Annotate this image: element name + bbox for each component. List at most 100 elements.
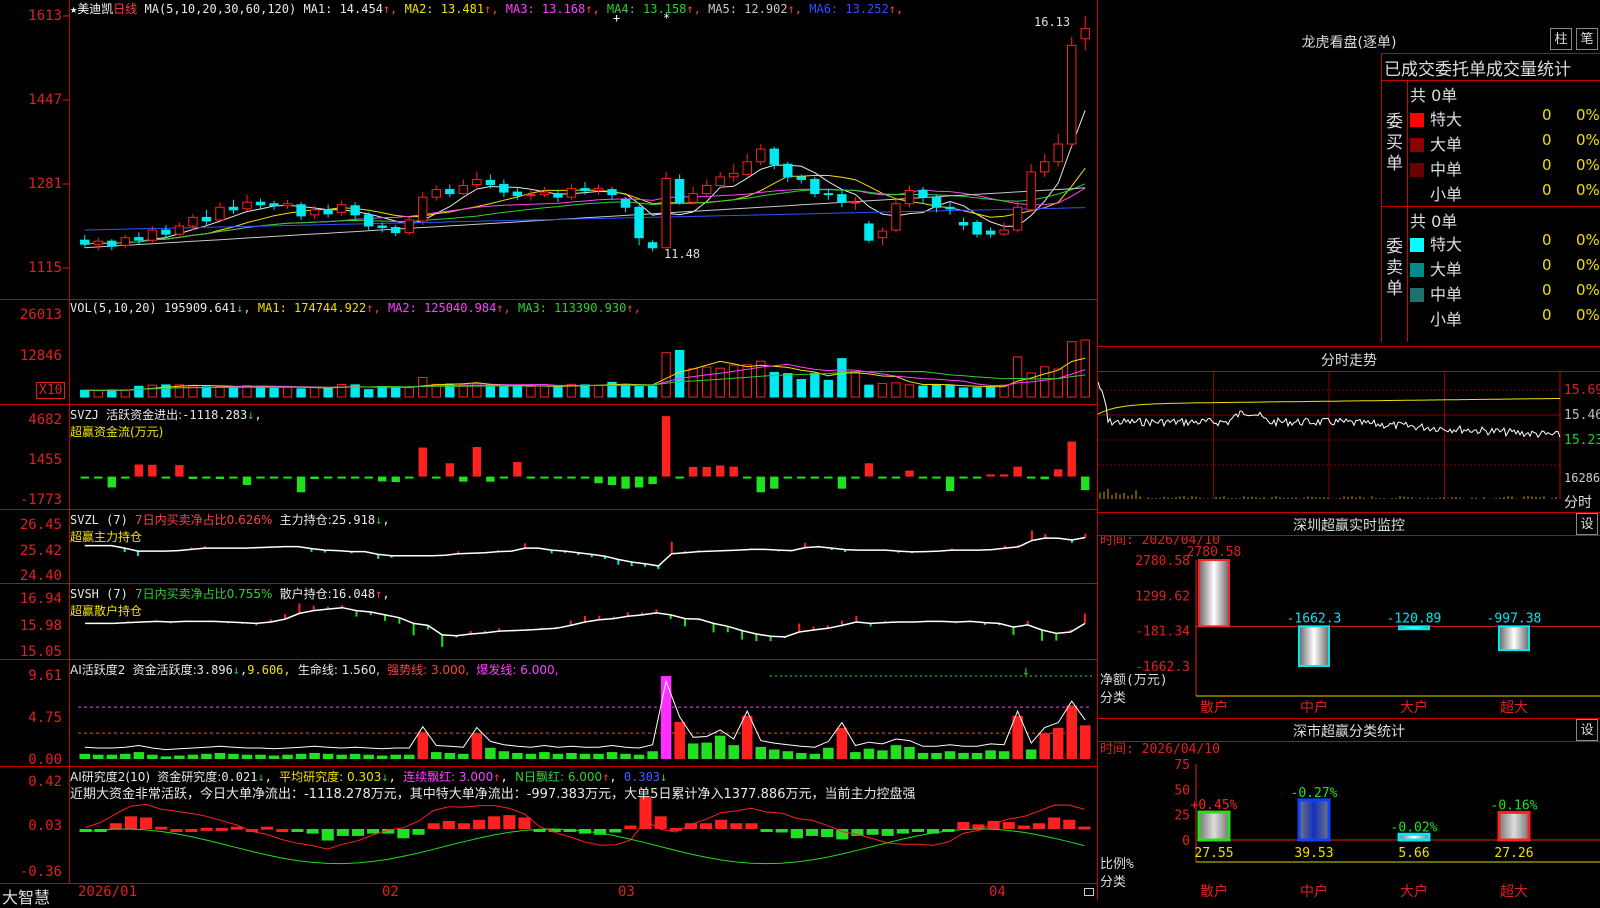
- volume-bar: [1012, 356, 1023, 398]
- volume-bar: [499, 386, 509, 398]
- down-arrow-marker: ↓: [1022, 664, 1030, 679]
- candle-body: [796, 176, 807, 180]
- sell-qty-1: 0: [1542, 256, 1552, 274]
- svsh-label: SVSH (7): [70, 587, 128, 601]
- svzj-bar: [242, 476, 252, 486]
- ai-research-bar: [291, 829, 304, 832]
- volume-bar: [931, 384, 942, 398]
- svzj-bar: [594, 476, 603, 484]
- candle-body: [661, 177, 671, 249]
- monitor-value-3: -997.38: [1487, 611, 1542, 626]
- ai-active-bar: [755, 746, 767, 759]
- buy-pct-3: 0%: [1576, 181, 1600, 199]
- ai-active-bar: [606, 752, 618, 759]
- ai-active-bar: [214, 752, 226, 759]
- period-label[interactable]: 日线: [113, 2, 137, 16]
- sell-row-2: 中单 0 0%: [1410, 281, 1600, 305]
- ai-active-bar: [985, 750, 996, 759]
- ai-active-bar: [1079, 725, 1091, 759]
- svzj-bar: [364, 476, 373, 479]
- ai-active-bar: [1012, 715, 1023, 759]
- ai-active-bar: [160, 756, 172, 759]
- candle-body: [891, 203, 901, 231]
- ai-active-bar: [674, 721, 685, 759]
- candle-body: [445, 189, 455, 195]
- vol-label: VOL(5,10,20): [70, 301, 157, 315]
- candle-body: [107, 240, 117, 247]
- buy-pct-1: 0%: [1576, 131, 1600, 149]
- ai-research-value: 0.021: [221, 770, 258, 784]
- ai-active-bar: [309, 752, 320, 759]
- svzj-bar: [945, 476, 955, 492]
- ma-label: MA(5,10,20,30,60,120): [144, 2, 297, 16]
- monitor-settings-button[interactable]: 设: [1576, 513, 1598, 535]
- volume-bar: [336, 384, 347, 398]
- sell-side-label: 委卖单: [1386, 237, 1403, 299]
- classify-bar-1: [1297, 798, 1331, 842]
- monitor-cat-2: 大户: [1400, 699, 1428, 716]
- volume-bar: [296, 388, 306, 398]
- intraday-chart-svg[interactable]: 15.69 15.46 15.23 16286: [1098, 372, 1600, 512]
- candle-body: [701, 185, 712, 195]
- svzj-bar: [256, 476, 265, 479]
- ai-active-bar: [79, 753, 91, 759]
- svzj-bar: [378, 476, 387, 482]
- classify-cat-3: 超大: [1500, 884, 1528, 900]
- lock-icon: [1084, 888, 1094, 896]
- ai-avg-arrow: ↓: [381, 770, 389, 784]
- ai-research-bar: [170, 829, 183, 832]
- ai-active-bar: [728, 745, 739, 759]
- candle-body: [688, 193, 698, 203]
- candle-body: [255, 201, 266, 206]
- ai-active-bar: [701, 742, 712, 759]
- classify-settings-button[interactable]: 设: [1576, 719, 1598, 741]
- svzj-bar: [121, 476, 130, 479]
- candle-body: [215, 206, 225, 221]
- volume-bar: [918, 385, 928, 398]
- volume-bar: [147, 384, 158, 398]
- monitor-chart-svg[interactable]: 时间: 2026/04/102780.581299.62-181.34-1662…: [1098, 536, 1600, 718]
- ai-active-bar: [782, 751, 794, 759]
- ai-active-bar: [741, 715, 753, 759]
- ai-active-arrow: ↓: [232, 663, 241, 677]
- ai-active-bar: [485, 747, 496, 759]
- volume-bar: [255, 386, 266, 398]
- candle-body: [512, 191, 523, 197]
- classify-chart-svg[interactable]: 时间: 2026/04/1075 50 25 0 比例% 分类 +0.45% 27.55 散户 -…: [1098, 742, 1600, 900]
- svzj-bar: [675, 476, 684, 479]
- bar-toggle-button[interactable]: 柱: [1550, 28, 1572, 50]
- indicator-chart-svg[interactable]: 16.1311.48+ *↓: [0, 0, 1098, 900]
- candle-body: [1039, 161, 1050, 173]
- candle-body: [134, 237, 144, 241]
- buy-name-0: 特大: [1430, 110, 1463, 129]
- svzj-bar: [972, 476, 982, 479]
- candle-body: [972, 221, 982, 235]
- ai-active-bar: [120, 753, 131, 759]
- svzj-bar: [269, 476, 279, 479]
- classify-cat-1: 中户: [1300, 883, 1328, 900]
- volume-bar: [120, 389, 131, 398]
- ai-active-bar: [93, 754, 104, 759]
- candle-body: [350, 205, 360, 216]
- candle-body: [729, 172, 739, 178]
- sell-row-1: 大单 0 0%: [1410, 256, 1600, 280]
- volume-bar: [580, 384, 590, 398]
- sell-swatch-1: [1410, 263, 1424, 277]
- buy-name-1: 大单: [1430, 135, 1463, 154]
- ai-strong-line: 强势线: 3.000,: [387, 663, 470, 677]
- ai-active-line: [84, 679, 1086, 751]
- candle-body: [810, 178, 820, 195]
- ai-avg: 平均研究度: 0.303: [279, 770, 382, 784]
- ai-active-bar: [268, 755, 280, 759]
- candle-body: [363, 214, 374, 227]
- ai-research-arrow: ↓: [257, 770, 265, 784]
- monitor-cat-0: 散户: [1200, 699, 1228, 716]
- svzj-bar: [472, 446, 482, 477]
- volume-bar: [485, 384, 496, 398]
- pen-toggle-button[interactable]: 笔: [1576, 28, 1598, 50]
- ma-value-5: MA5: 12.902: [700, 2, 788, 16]
- svzj-bar: [783, 476, 792, 479]
- candle-body: [580, 188, 590, 192]
- main-chart-area[interactable]: 1613 1447 1281 1115 26013 12846 X10 4682…: [0, 0, 1098, 907]
- classify-value-3: 27.26: [1494, 846, 1533, 861]
